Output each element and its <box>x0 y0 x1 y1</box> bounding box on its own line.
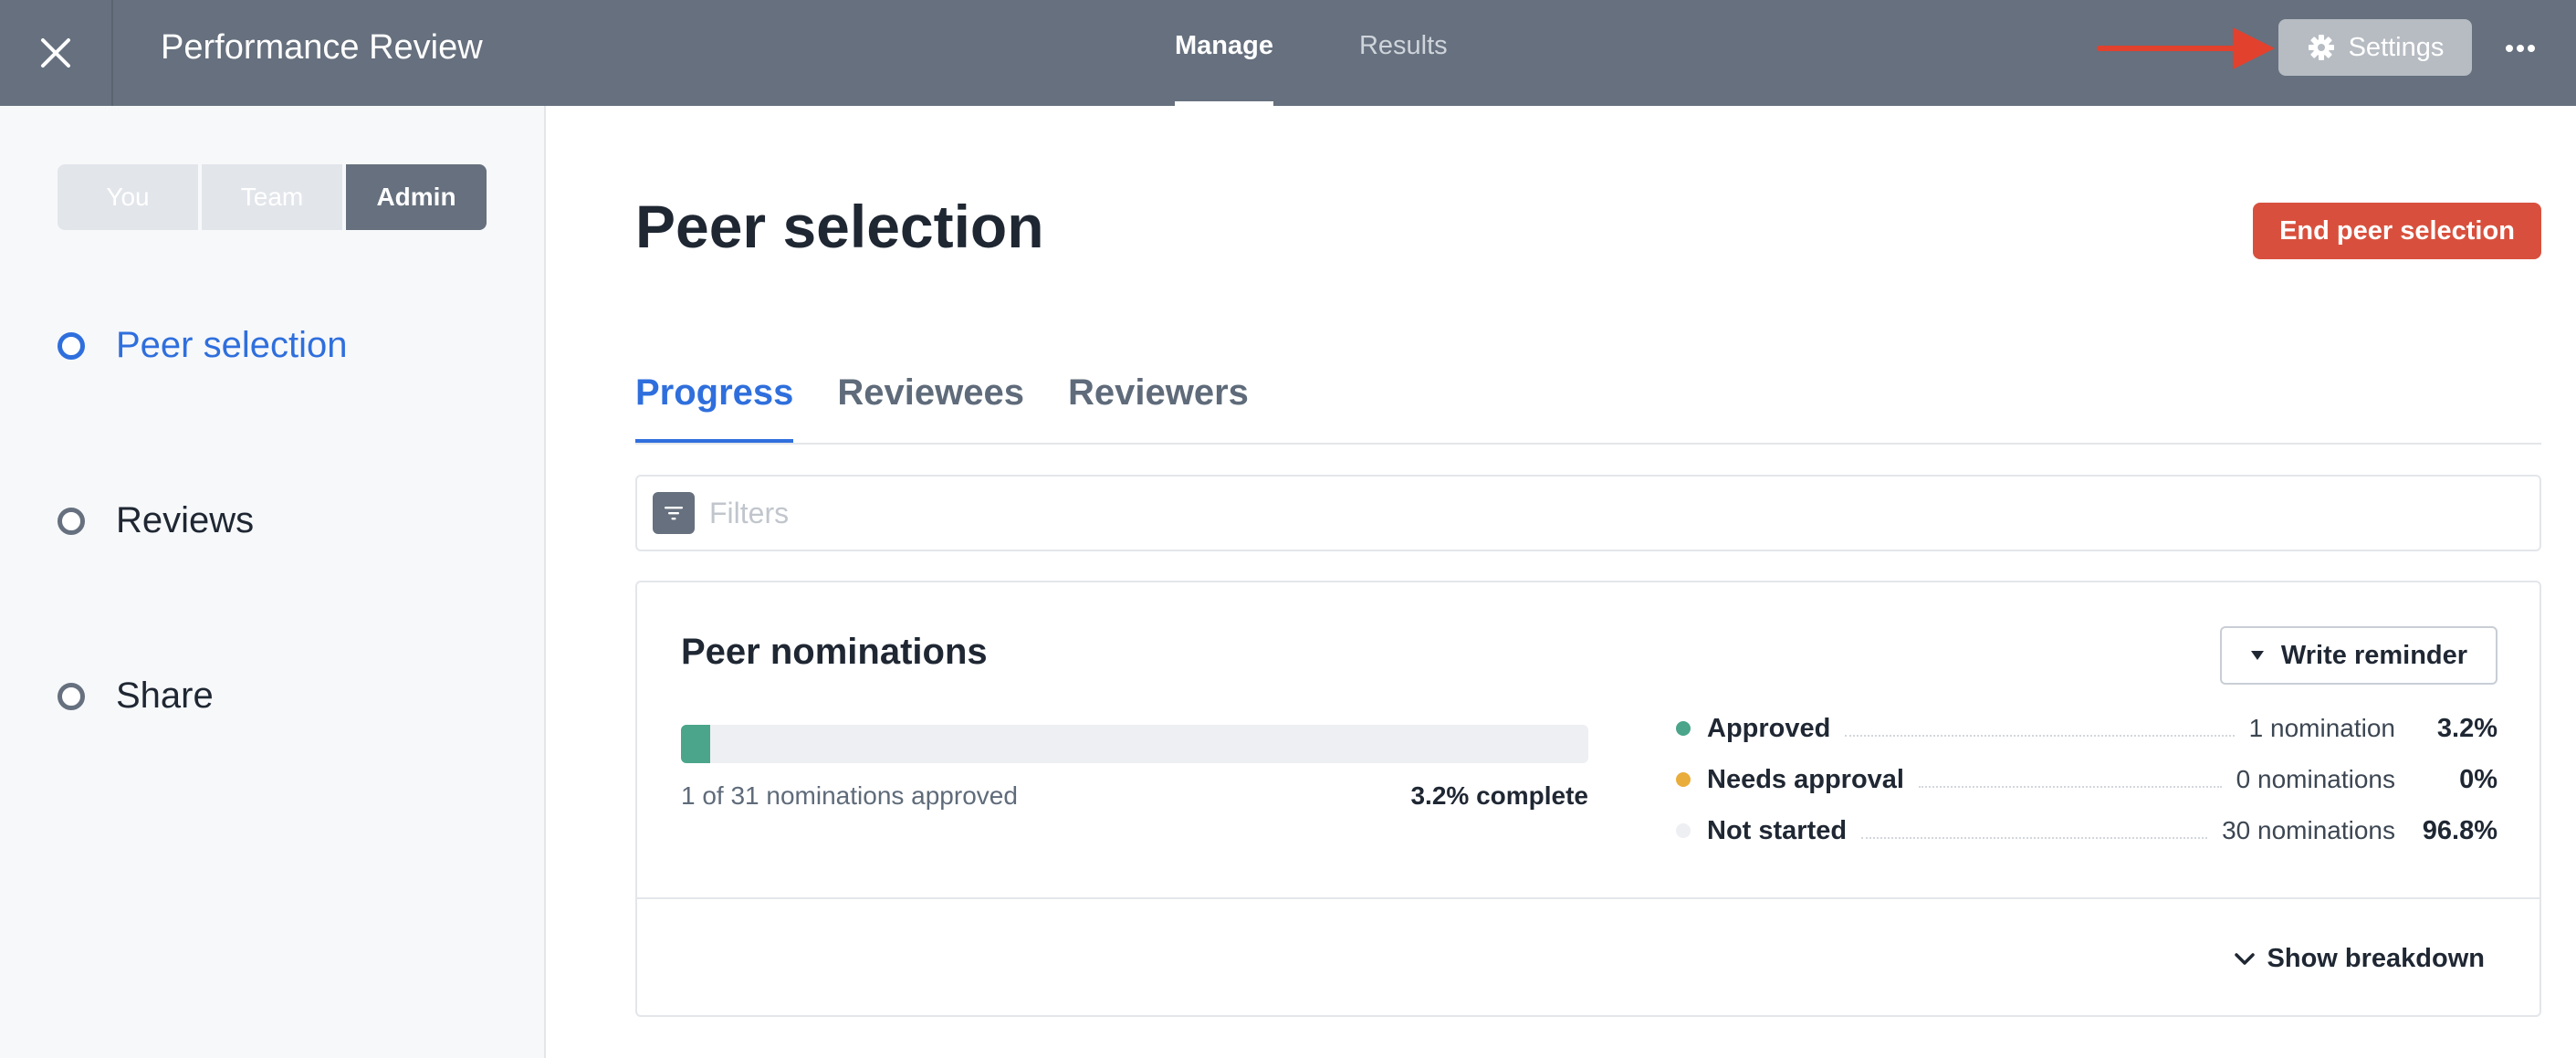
sidebar: You Team Admin Peer selection Reviews Sh… <box>0 106 546 1058</box>
ellipsis-icon <box>2506 45 2535 52</box>
show-breakdown-label: Show breakdown <box>2267 944 2485 973</box>
show-breakdown-button[interactable]: Show breakdown <box>2234 944 2485 974</box>
card-divider <box>637 897 2539 899</box>
chevron-down-icon <box>2234 952 2255 965</box>
stat-row-approved: Approved 1 nomination 3.2% <box>1676 703 2497 754</box>
stat-count: 0 nominations <box>2236 765 2395 793</box>
tab-reviewers[interactable]: Reviewers <box>1068 372 1249 435</box>
role-admin-button[interactable]: Admin <box>346 164 487 230</box>
role-team-button[interactable]: Team <box>202 164 342 230</box>
stat-percent: 3.2% <box>2436 713 2497 743</box>
step-reviews[interactable]: Reviews <box>58 500 254 541</box>
progress-fill <box>681 725 710 763</box>
nominations-progress-bar <box>681 725 1588 763</box>
dotted-leader <box>1918 786 2222 788</box>
stat-count: 1 nomination <box>2248 714 2395 742</box>
stat-row-needs-approval: Needs approval 0 nominations 0% <box>1676 754 2497 805</box>
settings-button[interactable]: Settings <box>2278 19 2472 76</box>
tab-results[interactable]: Results <box>1359 0 1448 106</box>
step-circle-icon <box>58 331 85 360</box>
caret-down-icon <box>2250 651 2264 660</box>
filter-bar <box>635 475 2541 551</box>
stat-row-not-started: Not started 30 nominations 96.8% <box>1676 805 2497 856</box>
status-dot-icon <box>1676 721 1691 736</box>
tabs-divider <box>635 443 2541 445</box>
status-dot-icon <box>1676 772 1691 787</box>
end-peer-selection-button[interactable]: End peer selection <box>2253 203 2541 259</box>
step-peer-selection[interactable]: Peer selection <box>58 325 347 366</box>
progress-complete-label: 3.2% complete <box>1410 781 1588 810</box>
tab-progress[interactable]: Progress <box>635 372 794 443</box>
dotted-leader <box>1861 837 2208 839</box>
step-share[interactable]: Share <box>58 676 214 717</box>
stat-percent: 0% <box>2459 764 2497 794</box>
step-circle-icon <box>58 682 85 710</box>
annotation-arrow-icon <box>2097 27 2275 69</box>
role-switcher: You Team Admin <box>58 164 487 230</box>
filter-button[interactable] <box>653 492 695 534</box>
more-options-button[interactable] <box>2497 26 2543 71</box>
write-reminder-label: Write reminder <box>2280 640 2468 670</box>
filter-icon <box>665 507 683 520</box>
card-title: Peer nominations <box>681 632 988 672</box>
progress-caption: 1 of 31 nominations approved <box>681 781 1018 810</box>
app-root: Performance Review Manage Results Settin… <box>0 0 2576 1058</box>
step-label: Reviews <box>116 500 255 540</box>
peer-nominations-card: Peer nominations Write reminder 1 of 31 … <box>635 581 2541 1017</box>
app-title: Performance Review <box>161 27 483 67</box>
stat-percent: 96.8% <box>2422 815 2497 845</box>
tab-reviewees[interactable]: Reviewees <box>837 372 1024 435</box>
content-tabs: Progress Reviewees Reviewers <box>635 372 1249 443</box>
stat-count: 30 nominations <box>2222 816 2395 844</box>
step-label: Peer selection <box>116 325 348 365</box>
write-reminder-button[interactable]: Write reminder <box>2220 626 2497 685</box>
step-circle-icon <box>58 507 85 535</box>
close-icon <box>41 38 70 68</box>
settings-label: Settings <box>2348 32 2445 62</box>
tab-manage[interactable]: Manage <box>1175 0 1273 106</box>
top-tabs: Manage Results <box>1175 0 1448 106</box>
gear-icon <box>2308 35 2334 60</box>
stat-label: Approved <box>1707 713 1831 743</box>
role-you-button[interactable]: You <box>58 164 198 230</box>
page-title: Peer selection <box>635 193 1044 260</box>
stat-label: Needs approval <box>1707 764 1904 794</box>
nomination-stats: Approved 1 nomination 3.2% Needs approva… <box>1676 703 2497 856</box>
step-label: Share <box>116 676 214 716</box>
dotted-leader <box>1845 735 2235 737</box>
close-button[interactable] <box>0 0 113 106</box>
status-dot-icon <box>1676 823 1691 838</box>
top-bar: Performance Review Manage Results Settin… <box>0 0 2576 106</box>
filter-input[interactable] <box>709 496 2444 530</box>
stat-label: Not started <box>1707 815 1848 845</box>
